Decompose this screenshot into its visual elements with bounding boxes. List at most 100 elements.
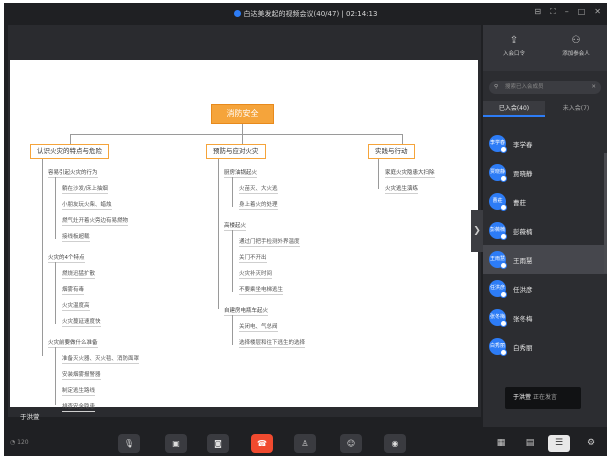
connector <box>242 134 243 144</box>
camera-button[interactable]: ▣ <box>165 434 187 453</box>
participant-item[interactable]: 彭薇楠 彭薇楠 <box>483 216 607 245</box>
meeting-password-label: 入会口令 <box>502 51 525 57</box>
mindmap-node: 小朋友玩火柴、蜡烛 <box>62 202 112 210</box>
mindmap-branch-3: 实践与行动 <box>368 144 415 159</box>
mindmap-node: 自建房电瓶车起火 <box>224 308 269 316</box>
mindmap-node: 准备灭火器、灭火毯、消防面罩 <box>62 356 140 364</box>
mic-status-icon <box>500 262 507 269</box>
mindmap-node: 关闭电、气总阀 <box>239 324 278 332</box>
search-placeholder: 搜索已入会成员 <box>505 84 544 90</box>
connector <box>232 315 233 345</box>
mic-status-icon <box>500 320 507 327</box>
bottom-toolbar: ◔ 120 🎙 ▣ ◙ ☎ ♙ ☺ ◉ ▦ ▤ ☰ ⚙ <box>4 431 607 456</box>
mic-status-icon <box>500 146 507 153</box>
settings-icon[interactable]: ⚙ <box>580 435 602 452</box>
connector <box>242 124 243 134</box>
collapse-panel-button[interactable]: ❯ <box>471 210 483 252</box>
mindmap-node: 燃烧迅猛扩散 <box>62 271 96 279</box>
mindmap-node: 火灾蔓延速度快 <box>62 319 101 327</box>
mindmap-node: 火灾的4个特点 <box>48 255 85 263</box>
connector <box>42 159 43 356</box>
mic-status-icon <box>500 349 507 356</box>
mindmap-node: 接线板超载 <box>62 234 90 242</box>
reactions-button[interactable]: ☺ <box>340 434 362 453</box>
meeting-status-icon <box>233 10 241 17</box>
participant-item[interactable]: 贾晓静 贾晓静 <box>483 158 607 187</box>
tab-not-joined[interactable]: 未入会(7) <box>545 101 607 117</box>
participants-button[interactable]: ♙ <box>294 434 316 453</box>
participant-name: 任洪彦 <box>513 286 533 294</box>
mindmap-node: 排查安全隐患 <box>62 404 96 412</box>
mindmap-node: 高楼起火 <box>224 223 247 231</box>
participant-name: 贾晓静 <box>513 170 533 178</box>
mindmap-node: 制定逃生路线 <box>62 388 96 396</box>
share-icon: ⇪ <box>509 35 519 46</box>
mindmap-node: 通过门把手检测外界温度 <box>239 239 300 247</box>
share-screen-button[interactable]: ◙ <box>207 434 229 453</box>
participant-search-input[interactable]: ⚲ 搜索已入会成员 ✕ <box>489 81 601 94</box>
gallery-view-button[interactable]: ▦ <box>490 435 512 452</box>
mindmap-branch-2: 预防与应对火灾 <box>206 144 266 159</box>
participant-item[interactable]: 张冬梅 张冬梅 <box>483 303 607 332</box>
connector <box>55 262 56 324</box>
meeting-window: 白达美发起的视频会议(40/47) | 02:14:13 ⊟ ⛶ – □ ✕ 消… <box>4 3 607 456</box>
maximize-icon[interactable]: □ <box>578 7 586 17</box>
mic-status-icon <box>500 233 507 240</box>
mindmap-node: 燃气灶开着火旁边有易燃物 <box>62 218 129 226</box>
participant-name: 曹莊 <box>513 199 526 207</box>
mindmap-node: 火灾温度高 <box>62 303 90 311</box>
mic-status-icon <box>500 204 507 211</box>
speaking-name: 于洪萱 <box>513 394 532 401</box>
mindmap-node: 选择楼层和往下逃生的选择 <box>239 340 306 348</box>
mindmap-node: 家庭火灾隐患大扫除 <box>385 170 435 178</box>
speaker-view-button[interactable]: ▤ <box>519 435 541 452</box>
connector <box>218 159 219 309</box>
mindmap-node: 关门不开出 <box>239 255 267 263</box>
close-icon[interactable]: ✕ <box>594 7 601 17</box>
mindmap-node: 厨房油锅起火 <box>224 170 258 178</box>
layout-icon[interactable]: ⊟ <box>534 7 541 17</box>
participant-name: 王雨慧 <box>513 257 533 265</box>
mindmap-node: 不要乘坐电梯逃生 <box>239 287 284 295</box>
mindmap-node: 火灾补灭时间 <box>239 271 273 279</box>
participant-tabs: 已入会(40) 未入会(7) <box>483 101 607 117</box>
speaking-status: 正在发言 <box>533 394 558 401</box>
participant-name: 张冬梅 <box>513 315 533 323</box>
mindmap-node: 身上着火的处理 <box>239 202 278 210</box>
mic-status-icon <box>500 291 507 298</box>
mic-button[interactable]: 🎙 <box>118 434 140 453</box>
mindmap-branch-1: 认识火灾的特点与危险 <box>30 144 109 159</box>
participant-item[interactable]: 王雨慧 王雨慧 <box>483 245 607 274</box>
participant-item[interactable]: 白秀丽 白秀丽 <box>483 332 607 361</box>
leave-meeting-button[interactable]: ☎ <box>251 434 273 453</box>
meeting-password-button[interactable]: ⇪ 入会口令 <box>483 25 545 71</box>
participant-item[interactable]: 任洪彦 任洪彦 <box>483 274 607 303</box>
title-bar: 白达美发起的视频会议(40/47) | 02:14:13 ⊟ ⛶ – □ ✕ <box>4 3 607 25</box>
participant-name: 白秀丽 <box>513 344 533 352</box>
shared-mindmap-slide: 消防安全 认识火灾的特点与危险 预防与应对火灾 实践与行动 容易引起火灾的行为 … <box>10 60 478 412</box>
participant-name: 彭薇楠 <box>513 228 533 236</box>
participant-item[interactable]: 李学春 李学春 <box>483 129 607 158</box>
tab-joined[interactable]: 已入会(40) <box>483 101 545 117</box>
participant-list-scrollbar[interactable] <box>604 153 607 273</box>
mic-status-icon <box>500 175 507 182</box>
connector <box>55 177 56 239</box>
record-button[interactable]: ◉ <box>384 434 406 453</box>
connector <box>402 134 403 144</box>
connector <box>232 177 233 207</box>
connector <box>378 159 379 189</box>
mindmap-root: 消防安全 <box>211 104 274 124</box>
connector <box>55 347 56 405</box>
list-view-button[interactable]: ☰ <box>548 435 570 452</box>
meeting-title: 白达美发起的视频会议(40/47) | 02:14:13 <box>4 9 607 19</box>
participants-panel: ⇪ 入会口令 ⚇ 添加参会人 ⚲ 搜索已入会成员 ✕ 已入会(40) 未入会(7… <box>483 25 607 427</box>
add-user-icon: ⚇ <box>571 35 581 46</box>
participant-item[interactable]: 曹莊 曹莊 <box>483 187 607 216</box>
minimize-icon[interactable]: – <box>565 7 569 17</box>
search-icon: ⚲ <box>494 84 499 90</box>
network-signal-icon: ◔ 120 <box>10 439 29 446</box>
add-participant-button[interactable]: ⚇ 添加参会人 <box>545 25 607 71</box>
clear-icon[interactable]: ✕ <box>591 81 596 94</box>
speaker-name-label: 于洪萱 <box>20 413 40 421</box>
fullscreen-icon[interactable]: ⛶ <box>550 7 556 17</box>
